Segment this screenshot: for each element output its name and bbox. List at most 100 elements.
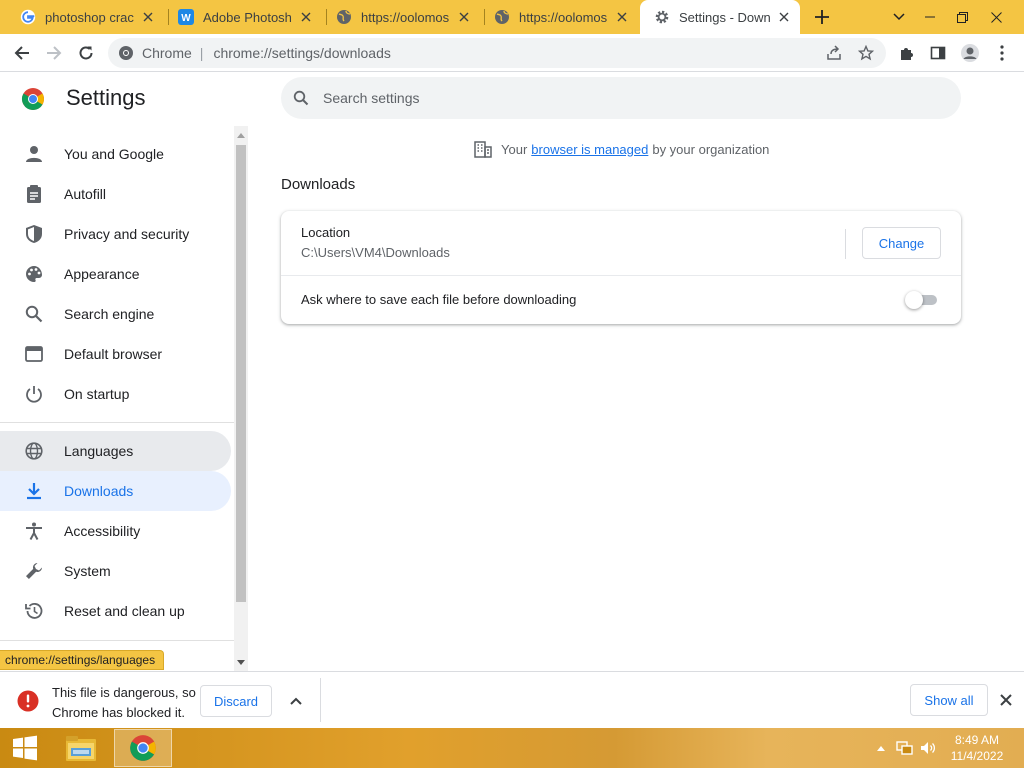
scroll-down-arrow[interactable] bbox=[234, 655, 248, 669]
settings-search[interactable] bbox=[281, 77, 961, 119]
share-button[interactable] bbox=[820, 39, 848, 67]
network-tray-icon[interactable] bbox=[896, 738, 914, 758]
sidebar-item-label: Autofill bbox=[64, 186, 107, 202]
shield-icon bbox=[22, 222, 46, 246]
back-button[interactable] bbox=[8, 39, 36, 67]
volume-tray-icon[interactable] bbox=[920, 738, 938, 758]
sidebar-item-system[interactable]: System bbox=[0, 551, 231, 591]
triangle-up-icon bbox=[237, 132, 245, 138]
change-location-button[interactable]: Change bbox=[862, 227, 941, 259]
new-tab-button[interactable] bbox=[810, 5, 834, 29]
share-icon bbox=[827, 45, 841, 60]
tab-strip: photoshop crack W Adobe Photoshop https:… bbox=[0, 0, 1024, 34]
close-shelf-button[interactable] bbox=[996, 690, 1016, 710]
tab-adobe-photoshop[interactable]: W Adobe Photoshop bbox=[164, 0, 322, 34]
close-icon[interactable] bbox=[456, 9, 472, 25]
reload-icon bbox=[79, 46, 93, 60]
globe-icon bbox=[22, 439, 46, 463]
download-options-button[interactable] bbox=[284, 689, 308, 713]
puzzle-icon bbox=[901, 48, 913, 60]
show-all-button[interactable]: Show all bbox=[910, 684, 988, 716]
sidebar-item-downloads[interactable]: Downloads bbox=[0, 471, 231, 511]
close-window-button[interactable] bbox=[980, 0, 1012, 34]
bookmark-button[interactable] bbox=[852, 39, 880, 67]
location-path: C:\Users\VM4\Downloads bbox=[301, 245, 450, 260]
sidebar-item-privacy-and-security[interactable]: Privacy and security bbox=[0, 214, 231, 254]
sidebar-item-you-and-google[interactable]: You and Google bbox=[0, 134, 231, 174]
reload-button[interactable] bbox=[72, 39, 100, 67]
address-bar[interactable]: Chrome | chrome://settings/downloads bbox=[108, 38, 886, 68]
show-hidden-icons-button[interactable] bbox=[872, 738, 890, 758]
sidebar-item-default-browser[interactable]: Default browser bbox=[0, 334, 231, 374]
accessibility-icon bbox=[22, 519, 46, 543]
close-icon[interactable] bbox=[140, 9, 156, 25]
managed-suffix: by your organization bbox=[652, 141, 770, 157]
tab-title: Settings - Downlo bbox=[679, 9, 770, 25]
settings-sidebar: You and Google Autofill Privacy and secu… bbox=[0, 126, 234, 671]
sidebar-item-on-startup[interactable]: On startup bbox=[0, 374, 231, 414]
forward-button[interactable] bbox=[40, 39, 68, 67]
sidebar-item-label: Privacy and security bbox=[64, 226, 190, 242]
menu-button[interactable] bbox=[988, 39, 1016, 67]
sidebar-item-accessibility[interactable]: Accessibility bbox=[0, 511, 231, 551]
row-divider bbox=[281, 275, 961, 276]
taskbar-clock[interactable]: 8:49 AM 11/4/2022 bbox=[946, 732, 1008, 764]
sidebar-item-label: Default browser bbox=[64, 346, 163, 362]
sidebar-item-autofill[interactable]: Autofill bbox=[0, 174, 231, 214]
close-icon[interactable] bbox=[776, 9, 792, 25]
clock-time: 8:49 AM bbox=[954, 733, 1000, 747]
side-panel-button[interactable] bbox=[924, 39, 952, 67]
sidebar-divider bbox=[0, 640, 234, 641]
sidebar-item-languages[interactable]: Languages bbox=[0, 431, 231, 471]
ask-where-to-save-label: Ask where to save each file before downl… bbox=[301, 292, 577, 307]
toggle-knob bbox=[905, 291, 923, 309]
tab-search-button[interactable] bbox=[883, 0, 915, 34]
sidebar-item-label: Reset and clean up bbox=[64, 603, 185, 619]
close-icon[interactable] bbox=[298, 9, 314, 25]
tab-settings-downloads[interactable]: Settings - Downlo bbox=[640, 0, 800, 34]
sidebar-item-label: Accessibility bbox=[64, 523, 141, 539]
ask-where-to-save-toggle[interactable] bbox=[905, 291, 939, 309]
avatar-icon bbox=[961, 44, 979, 62]
chrome-taskbar-button[interactable] bbox=[114, 729, 172, 767]
browser-managed-link[interactable]: browser is managed bbox=[531, 142, 648, 157]
sidebar-item-appearance[interactable]: Appearance bbox=[0, 254, 231, 294]
sidebar-item-search-engine[interactable]: Search engine bbox=[0, 294, 231, 334]
side-panel-icon bbox=[930, 46, 946, 60]
tab-oolomos-1[interactable]: https://oolomos.c bbox=[322, 0, 480, 34]
triangle-down-icon bbox=[237, 659, 245, 665]
shelf-divider bbox=[320, 678, 321, 722]
profile-button[interactable] bbox=[956, 39, 984, 67]
chrome-site-icon bbox=[119, 46, 133, 60]
clipboard-icon bbox=[22, 182, 46, 206]
vertical-divider bbox=[845, 229, 846, 259]
discard-button[interactable]: Discard bbox=[200, 685, 272, 717]
scrollbar-thumb[interactable] bbox=[236, 145, 246, 602]
sidebar-item-reset-and-clean-up[interactable]: Reset and clean up bbox=[0, 591, 231, 631]
file-explorer-taskbar-button[interactable] bbox=[52, 729, 110, 767]
scroll-up-arrow[interactable] bbox=[234, 128, 248, 142]
sidebar-item-label: You and Google bbox=[64, 146, 164, 162]
folder-icon bbox=[66, 736, 96, 761]
tab-photoshop-crack[interactable]: photoshop crack bbox=[6, 0, 164, 34]
restore-button[interactable] bbox=[946, 0, 978, 34]
tab-title: photoshop crack bbox=[45, 9, 134, 25]
w-site-icon: W bbox=[178, 9, 194, 25]
search-input[interactable] bbox=[323, 90, 923, 106]
tab-oolomos-2[interactable]: https://oolomos.c bbox=[480, 0, 638, 34]
palette-icon bbox=[22, 262, 46, 286]
minimize-button[interactable] bbox=[914, 0, 946, 34]
danger-icon bbox=[17, 690, 39, 712]
settings-header: Settings bbox=[0, 72, 1024, 126]
plus-icon bbox=[815, 10, 829, 24]
person-icon bbox=[22, 142, 46, 166]
triangle-up-icon bbox=[877, 745, 885, 751]
start-button[interactable] bbox=[0, 728, 50, 768]
chevron-up-icon bbox=[290, 697, 302, 705]
close-icon[interactable] bbox=[614, 9, 630, 25]
sidebar-item-label: On startup bbox=[64, 386, 130, 402]
browser-toolbar: Chrome | chrome://settings/downloads bbox=[0, 34, 1024, 72]
extensions-button[interactable] bbox=[892, 39, 920, 67]
tab-title: https://oolomos.c bbox=[519, 9, 608, 25]
arrow-right-icon bbox=[47, 46, 62, 60]
